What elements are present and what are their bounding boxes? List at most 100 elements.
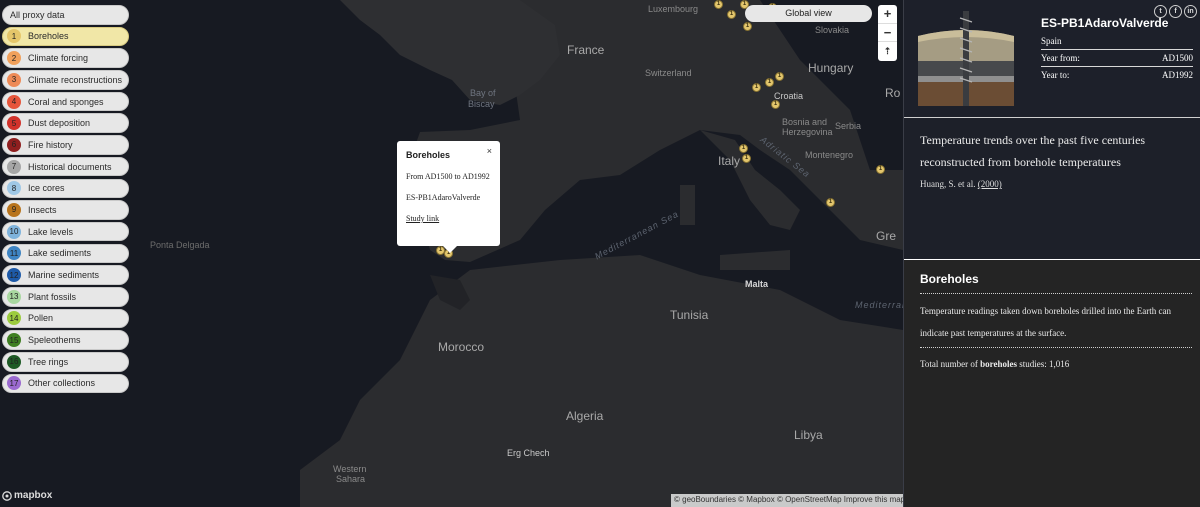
borehole-marker[interactable]: 1 <box>775 72 784 81</box>
mapbox-logo[interactable]: mapbox <box>2 490 52 501</box>
proxy-item[interactable]: 12 Marine sediments <box>2 265 129 285</box>
proxy-number-badge: 13 <box>7 289 21 304</box>
borehole-marker[interactable]: 1 <box>765 78 774 87</box>
proxy-item[interactable]: 14 Pollen <box>2 308 129 329</box>
study-description: Temperature trends over the past five ce… <box>920 133 1146 169</box>
year-from-value: AD1500 <box>1162 53 1193 63</box>
proxy-item[interactable]: 7 Historical documents <box>2 156 129 177</box>
label-italy: Italy <box>718 154 741 168</box>
proxy-item-all[interactable]: All proxy data <box>2 5 129 25</box>
proxy-label: Coral and sponges <box>28 96 104 107</box>
proxy-label: Fire history <box>28 139 73 150</box>
proxy-label: Historical documents <box>28 161 112 172</box>
citation-author: Huang, S. et al. <box>920 179 976 189</box>
borehole-marker[interactable]: 1 <box>714 0 723 9</box>
total-type: boreholes <box>980 359 1017 369</box>
label-mediterranean-east: Mediterranea <box>855 300 903 310</box>
label-serbia: Serbia <box>835 121 862 131</box>
proxy-item[interactable]: 6 Fire history <box>2 135 129 155</box>
borehole-marker[interactable]: 1 <box>876 165 885 174</box>
year-to-value: AD1992 <box>1162 70 1193 80</box>
borehole-marker[interactable]: 1 <box>826 198 835 207</box>
site-country-row: Spain <box>1041 36 1193 50</box>
proxy-item[interactable]: 1 Boreholes <box>2 26 129 47</box>
proxy-number-badge: 14 <box>7 311 21 326</box>
popup-study-link[interactable]: Study link <box>406 214 439 223</box>
proxy-label: Lake levels <box>28 226 74 237</box>
proxy-label: Climate forcing <box>28 53 89 64</box>
label-malta: Malta <box>745 279 769 289</box>
proxy-number-badge: 4 <box>7 94 21 109</box>
reset-north-button[interactable]: ⇡ <box>878 42 897 61</box>
label-bosnia: Bosnia and <box>782 117 828 127</box>
proxy-label: Climate reconstructions <box>28 74 123 85</box>
proxy-number-badge: 7 <box>7 159 21 174</box>
year-from-row: Year from: AD1500 <box>1041 53 1193 67</box>
zoom-in-button[interactable]: + <box>878 5 897 24</box>
popup-title: Boreholes <box>406 150 451 160</box>
popup-close-button[interactable]: × <box>487 146 492 156</box>
borehole-marker[interactable]: 1 <box>727 10 736 19</box>
proxy-number-badge: 16 <box>7 354 21 369</box>
label-tunisia: Tunisia <box>670 308 709 322</box>
borehole-thumbnail <box>916 6 1016 111</box>
proxy-info-title: Boreholes <box>920 272 979 286</box>
proxy-label: Speleothems <box>28 335 81 346</box>
label-herzegovina: Herzegovina <box>782 127 833 137</box>
proxy-label: Ice cores <box>28 183 65 194</box>
proxy-label: Marine sediments <box>28 270 100 281</box>
proxy-item[interactable]: 2 Climate forcing <box>2 48 129 68</box>
proxy-item[interactable]: 15 Speleothems <box>2 330 129 350</box>
proxy-number-badge: 10 <box>7 224 21 239</box>
zoom-out-button[interactable]: − <box>878 24 897 43</box>
proxy-item[interactable]: 5 Dust deposition <box>2 113 129 134</box>
proxy-item[interactable]: 3 Climate reconstructions <box>2 70 129 90</box>
proxy-number-badge: 6 <box>7 137 21 152</box>
label-libya: Libya <box>794 428 823 442</box>
label-croatia: Croatia <box>774 91 804 101</box>
label-hungary: Hungary <box>808 61 854 75</box>
facebook-icon[interactable]: f <box>1169 5 1182 18</box>
site-popup: Boreholes × From AD1500 to AD1992 ES-PB1… <box>397 141 500 253</box>
citation-year-link[interactable]: (2000) <box>978 179 1002 189</box>
divider <box>920 347 1192 348</box>
proxy-number-badge: 12 <box>7 268 21 283</box>
study-citation: Huang, S. et al. (2000) <box>920 179 1002 189</box>
year-to-label: Year to: <box>1041 70 1070 80</box>
borehole-marker[interactable]: 1 <box>739 144 748 153</box>
borehole-marker[interactable]: 1 <box>742 154 751 163</box>
proxy-item[interactable]: 16 Tree rings <box>2 352 129 372</box>
proxy-label: Plant fossils <box>28 291 77 302</box>
site-country: Spain <box>1041 36 1062 46</box>
borehole-marker[interactable]: 1 <box>743 22 752 31</box>
zoom-control: + − ⇡ <box>878 5 897 61</box>
borehole-marker[interactable]: 1 <box>771 100 780 109</box>
total-prefix: Total number of <box>920 359 978 369</box>
proxy-item[interactable]: 11 Lake sediments <box>2 243 129 264</box>
proxy-item[interactable]: 10 Lake levels <box>2 221 129 242</box>
total-suffix: studies: 1,016 <box>1019 359 1070 369</box>
year-from-label: Year from: <box>1041 53 1080 63</box>
proxy-number-badge: 5 <box>7 116 21 131</box>
site-title: ES-PB1AdaroValverde <box>1041 16 1169 30</box>
proxy-item[interactable]: 17 Other collections <box>2 373 129 394</box>
label-switzerland: Switzerland <box>645 68 692 78</box>
proxy-info-description: Temperature readings taken down borehole… <box>920 306 1172 338</box>
proxy-item[interactable]: 13 Plant fossils <box>2 286 129 307</box>
study-section: Temperature trends over the past five ce… <box>904 119 1200 259</box>
borehole-marker[interactable]: 1 <box>752 83 761 92</box>
global-view-button[interactable]: Global view <box>745 5 872 22</box>
site-detail-panel: ES-PB1AdaroValverde t f in Spain Year fr… <box>903 0 1200 507</box>
label-france: France <box>567 43 605 57</box>
twitter-icon[interactable]: t <box>1154 5 1167 18</box>
proxy-number-badge: 1 <box>7 29 21 44</box>
map-attribution[interactable]: © geoBoundaries © Mapbox © OpenStreetMap… <box>671 494 903 507</box>
proxy-item[interactable]: 8 Ice cores <box>2 178 129 199</box>
label-sahara: Sahara <box>336 474 366 484</box>
popup-site-name: ES-PB1AdaroValverde <box>406 193 481 202</box>
proxy-label: Dust deposition <box>28 118 91 129</box>
proxy-item[interactable]: 9 Insects <box>2 200 129 220</box>
proxy-item[interactable]: 4 Coral and sponges <box>2 91 129 112</box>
map-view[interactable]: France Bay of Biscay Luxembourg Switzerl… <box>0 0 903 507</box>
linkedin-icon[interactable]: in <box>1184 5 1197 18</box>
